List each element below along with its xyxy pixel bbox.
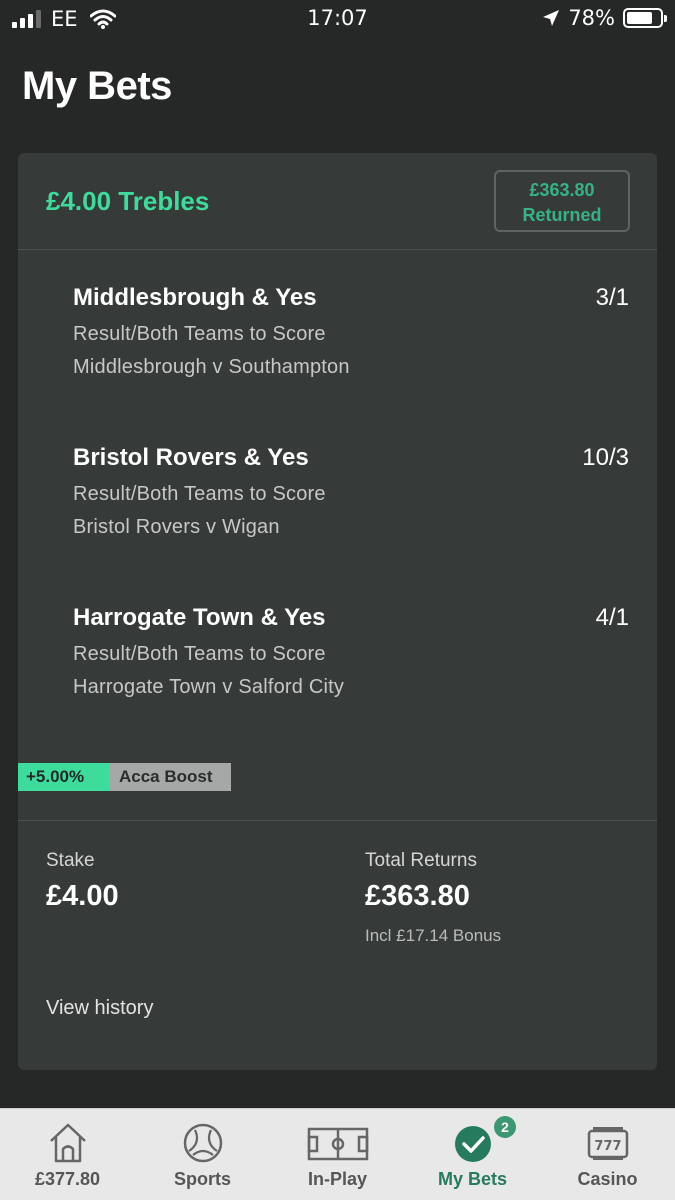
returned-badge: £363.80 Returned [494, 170, 630, 232]
slot-machine-icon: 777 [587, 1127, 628, 1160]
nav-item-casino[interactable]: 777 Casino [540, 1109, 675, 1200]
selection-odds: 4/1 [595, 604, 629, 631]
total-returns-value: £363.80 [365, 880, 470, 912]
selection-event: Middlesbrough v Southampton [73, 356, 350, 378]
football-icon [183, 1123, 222, 1163]
page-title: My Bets [22, 64, 172, 108]
selection-name: Bristol Rovers & Yes [73, 444, 309, 471]
returned-label: Returned [522, 205, 602, 225]
check-circle-icon [454, 1126, 491, 1162]
location-arrow-icon [543, 10, 560, 26]
nav-label: Sports [173, 1169, 231, 1189]
selection-item: Harrogate Town & Yes 4/1 Result/Both Tea… [73, 604, 629, 699]
selection-market: Result/Both Teams to Score [73, 483, 326, 505]
divider [18, 820, 657, 821]
selection-market: Result/Both Teams to Score [73, 643, 326, 665]
view-history-link[interactable]: View history [46, 997, 153, 1020]
stake-label: Stake [46, 850, 95, 871]
acca-boost-tag: +5.00% Acca Boost [18, 763, 231, 791]
selection-name: Middlesbrough & Yes [73, 284, 317, 311]
nav-item-in-play[interactable]: In-Play [270, 1109, 405, 1200]
nav-item-my-bets[interactable]: 2 My Bets [405, 1109, 540, 1200]
nav-label: £377.80 [34, 1169, 101, 1189]
bonus-text: Incl £17.14 Bonus [365, 926, 502, 945]
selection-odds: 3/1 [595, 284, 629, 311]
returned-amount: £363.80 [529, 180, 595, 200]
bet-card[interactable]: £4.00 Trebles £363.80 Returned Middlesbr… [18, 153, 657, 1070]
battery-percentage: 78% [568, 6, 615, 30]
nav-item-sports[interactable]: Sports [135, 1109, 270, 1200]
nav-label: In-Play [307, 1169, 368, 1189]
selection-event: Bristol Rovers v Wigan [73, 516, 280, 538]
stake-value: £4.00 [46, 880, 119, 912]
bet-card-header: £4.00 Trebles £363.80 Returned [18, 153, 657, 250]
nav-label: Casino [577, 1169, 638, 1189]
nav-item-balance[interactable]: £377.80 [0, 1109, 135, 1200]
selection-event: Harrogate Town v Salford City [73, 676, 345, 698]
selection-name: Harrogate Town & Yes [73, 604, 326, 631]
selection-market: Result/Both Teams to Score [73, 323, 326, 345]
battery-icon [623, 8, 667, 28]
my-bets-count-badge: 2 [494, 1116, 516, 1138]
selection-item: Bristol Rovers & Yes 10/3 Result/Both Te… [73, 444, 629, 539]
bet-title: £4.00 Trebles [46, 186, 210, 216]
bottom-nav: £377.80 Sports In-Play 2 My Bets 777 Cas… [0, 1108, 675, 1200]
status-bar: EE 17:07 78% [0, 0, 675, 40]
selection-odds: 10/3 [582, 444, 629, 471]
svg-text:777: 777 [594, 1139, 621, 1154]
total-returns-label: Total Returns [365, 850, 477, 871]
pitch-icon [307, 1127, 368, 1161]
selection-item: Middlesbrough & Yes 3/1 Result/Both Team… [73, 284, 629, 379]
boost-label: Acca Boost [109, 763, 231, 791]
nav-label: My Bets [437, 1169, 508, 1189]
home-icon [49, 1123, 86, 1163]
boost-percentage: +5.00% [18, 763, 109, 791]
